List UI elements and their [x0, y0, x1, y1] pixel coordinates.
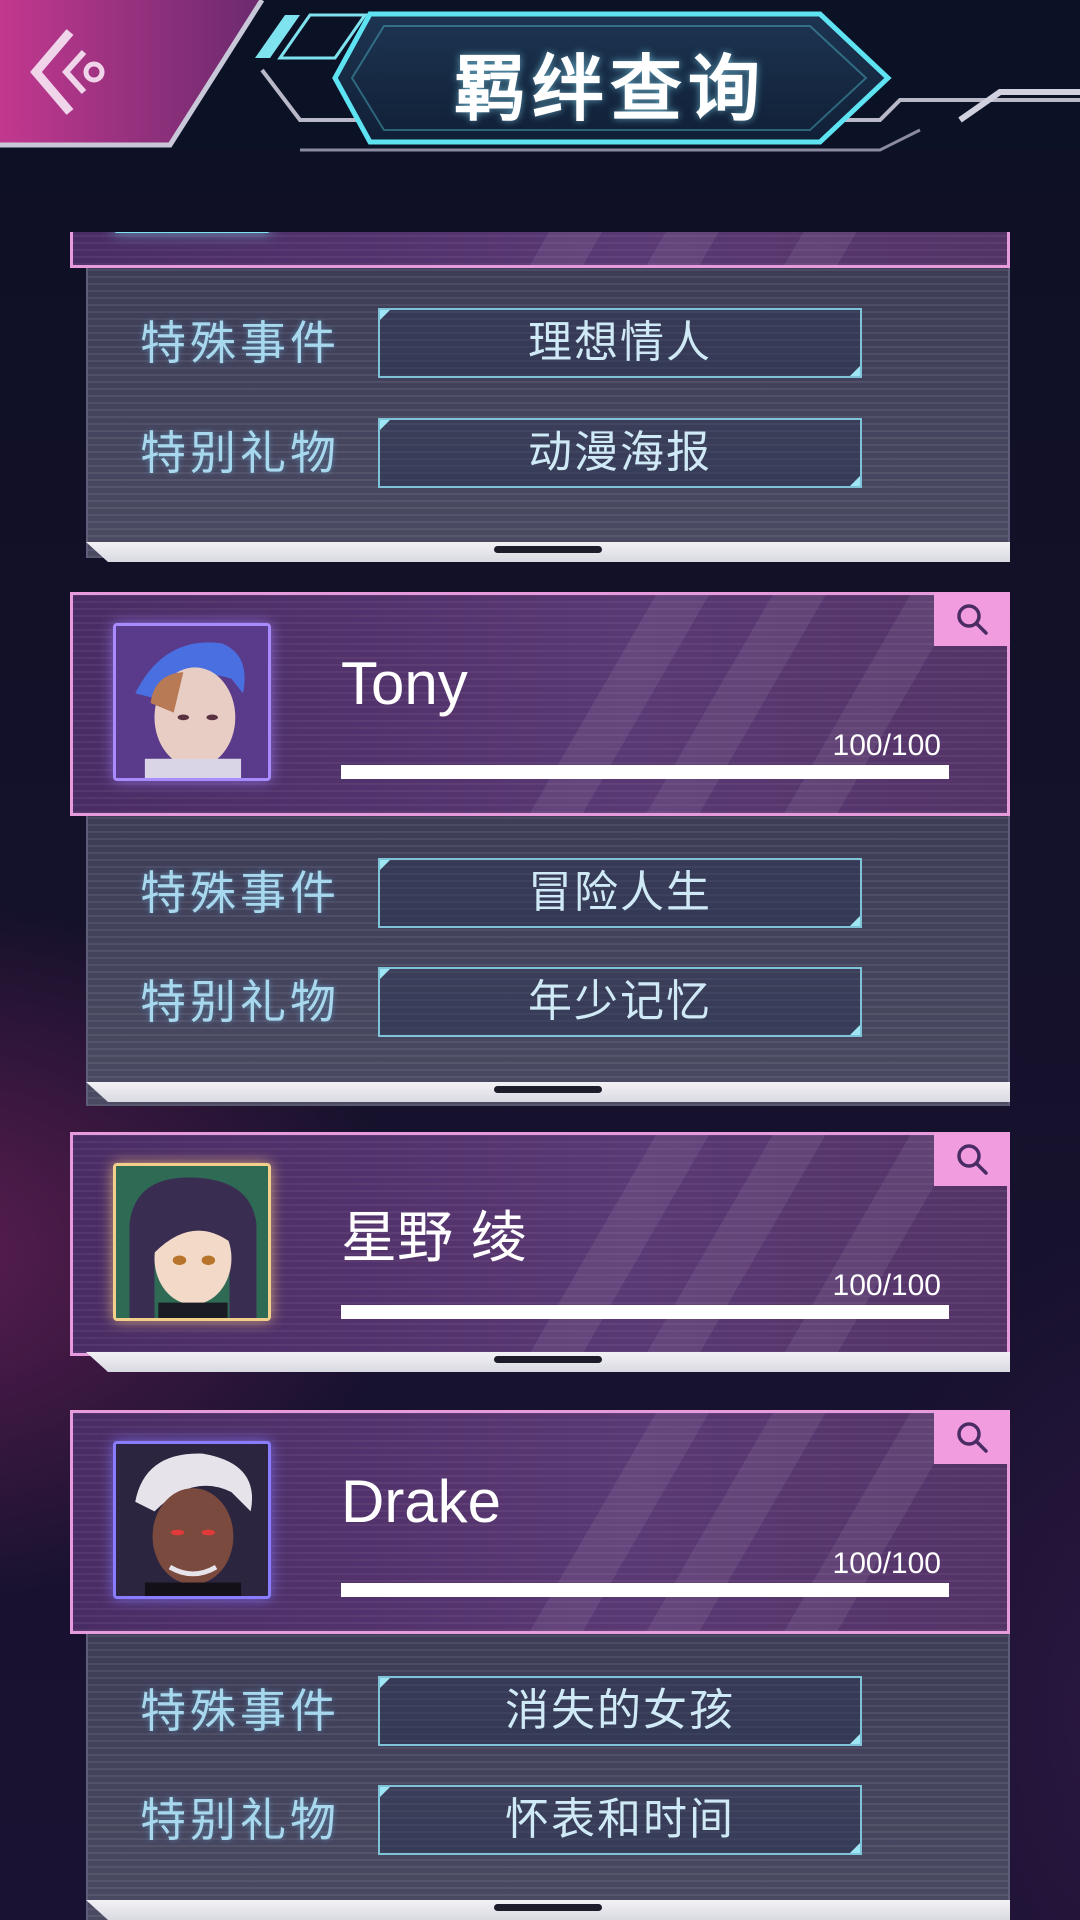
- character-portrait: [116, 626, 268, 778]
- search-icon: [957, 1422, 988, 1453]
- affinity-bar: [341, 1583, 949, 1597]
- special-gift-row: 特别礼物 动漫海报: [88, 418, 1008, 488]
- special-gift-value[interactable]: 动漫海报: [378, 418, 862, 488]
- back-arrow-icon: [30, 29, 105, 115]
- special-event-value[interactable]: 消失的女孩: [378, 1676, 862, 1746]
- special-gift-row: 特别礼物 年少记忆: [88, 967, 1008, 1037]
- character-name: Drake: [341, 1468, 502, 1535]
- search-icon: [957, 1144, 988, 1175]
- search-button[interactable]: [934, 1410, 1010, 1464]
- collapse-handle[interactable]: [494, 1086, 602, 1093]
- search-button[interactable]: [934, 592, 1010, 646]
- avatar: [113, 623, 271, 781]
- special-event-value[interactable]: 理想情人: [378, 308, 862, 378]
- affinity-value: 100/100: [832, 729, 941, 762]
- detail-panel: 特殊事件 消失的女孩 特别礼物 怀表和时间: [86, 1634, 1010, 1920]
- character-card[interactable]: 星野 绫 100/100: [70, 1132, 1010, 1356]
- character-portrait: [116, 1166, 268, 1318]
- search-button[interactable]: [934, 1132, 1010, 1186]
- affinity-fill: [341, 1305, 949, 1319]
- detail-panel: 特殊事件 冒险人生 特别礼物 年少记忆: [86, 816, 1010, 1106]
- affinity-bar: [341, 1305, 949, 1319]
- panel-base: [86, 542, 1010, 562]
- special-event-label: 特殊事件: [140, 316, 340, 370]
- affinity-bar: [341, 765, 949, 779]
- special-event-value[interactable]: 冒险人生: [378, 858, 862, 928]
- panel-base: [86, 1900, 1010, 1920]
- character-card[interactable]: Tony 100/100: [70, 592, 1010, 816]
- special-event-label: 特殊事件: [140, 866, 340, 920]
- panel-base: [86, 1082, 1010, 1102]
- affinity-fill: [341, 1583, 949, 1597]
- special-gift-label: 特别礼物: [140, 426, 340, 480]
- character-card[interactable]: Drake 100/100: [70, 1410, 1010, 1634]
- panel-base: [86, 1352, 1010, 1372]
- character-card[interactable]: [70, 232, 1010, 268]
- special-event-row: 特殊事件 理想情人: [88, 308, 1008, 378]
- bond-list[interactable]: 特殊事件 理想情人 特别礼物 动漫海报 Tony 100/100 特殊事件 冒险…: [0, 232, 1080, 1920]
- character-name: 星野 绫: [341, 1206, 527, 1271]
- special-gift-label: 特别礼物: [140, 975, 340, 1029]
- special-event-row: 特殊事件 冒险人生: [88, 858, 1008, 928]
- collapse-handle[interactable]: [494, 1356, 602, 1363]
- special-event-label: 特殊事件: [140, 1684, 340, 1738]
- special-gift-value[interactable]: 年少记忆: [378, 967, 862, 1037]
- header-bar: 羁绊查询: [0, 0, 1080, 190]
- search-icon: [957, 604, 988, 635]
- collapse-handle[interactable]: [494, 1904, 602, 1911]
- character-name: Tony: [341, 650, 468, 717]
- affinity-fill: [341, 765, 949, 779]
- back-button[interactable]: [0, 0, 160, 145]
- avatar: [113, 1441, 271, 1599]
- avatar: [113, 232, 271, 233]
- special-gift-value[interactable]: 怀表和时间: [378, 1785, 862, 1855]
- character-portrait: [116, 1444, 268, 1596]
- detail-panel: 特殊事件 理想情人 特别礼物 动漫海报: [86, 268, 1010, 558]
- special-gift-row: 特别礼物 怀表和时间: [88, 1785, 1008, 1855]
- affinity-value: 100/100: [832, 1269, 941, 1302]
- affinity-value: 100/100: [832, 1547, 941, 1580]
- special-event-row: 特殊事件 消失的女孩: [88, 1676, 1008, 1746]
- avatar: [113, 1163, 271, 1321]
- special-gift-label: 特别礼物: [140, 1793, 340, 1847]
- page-title: 羁绊查询: [453, 46, 766, 131]
- collapse-handle[interactable]: [494, 546, 602, 553]
